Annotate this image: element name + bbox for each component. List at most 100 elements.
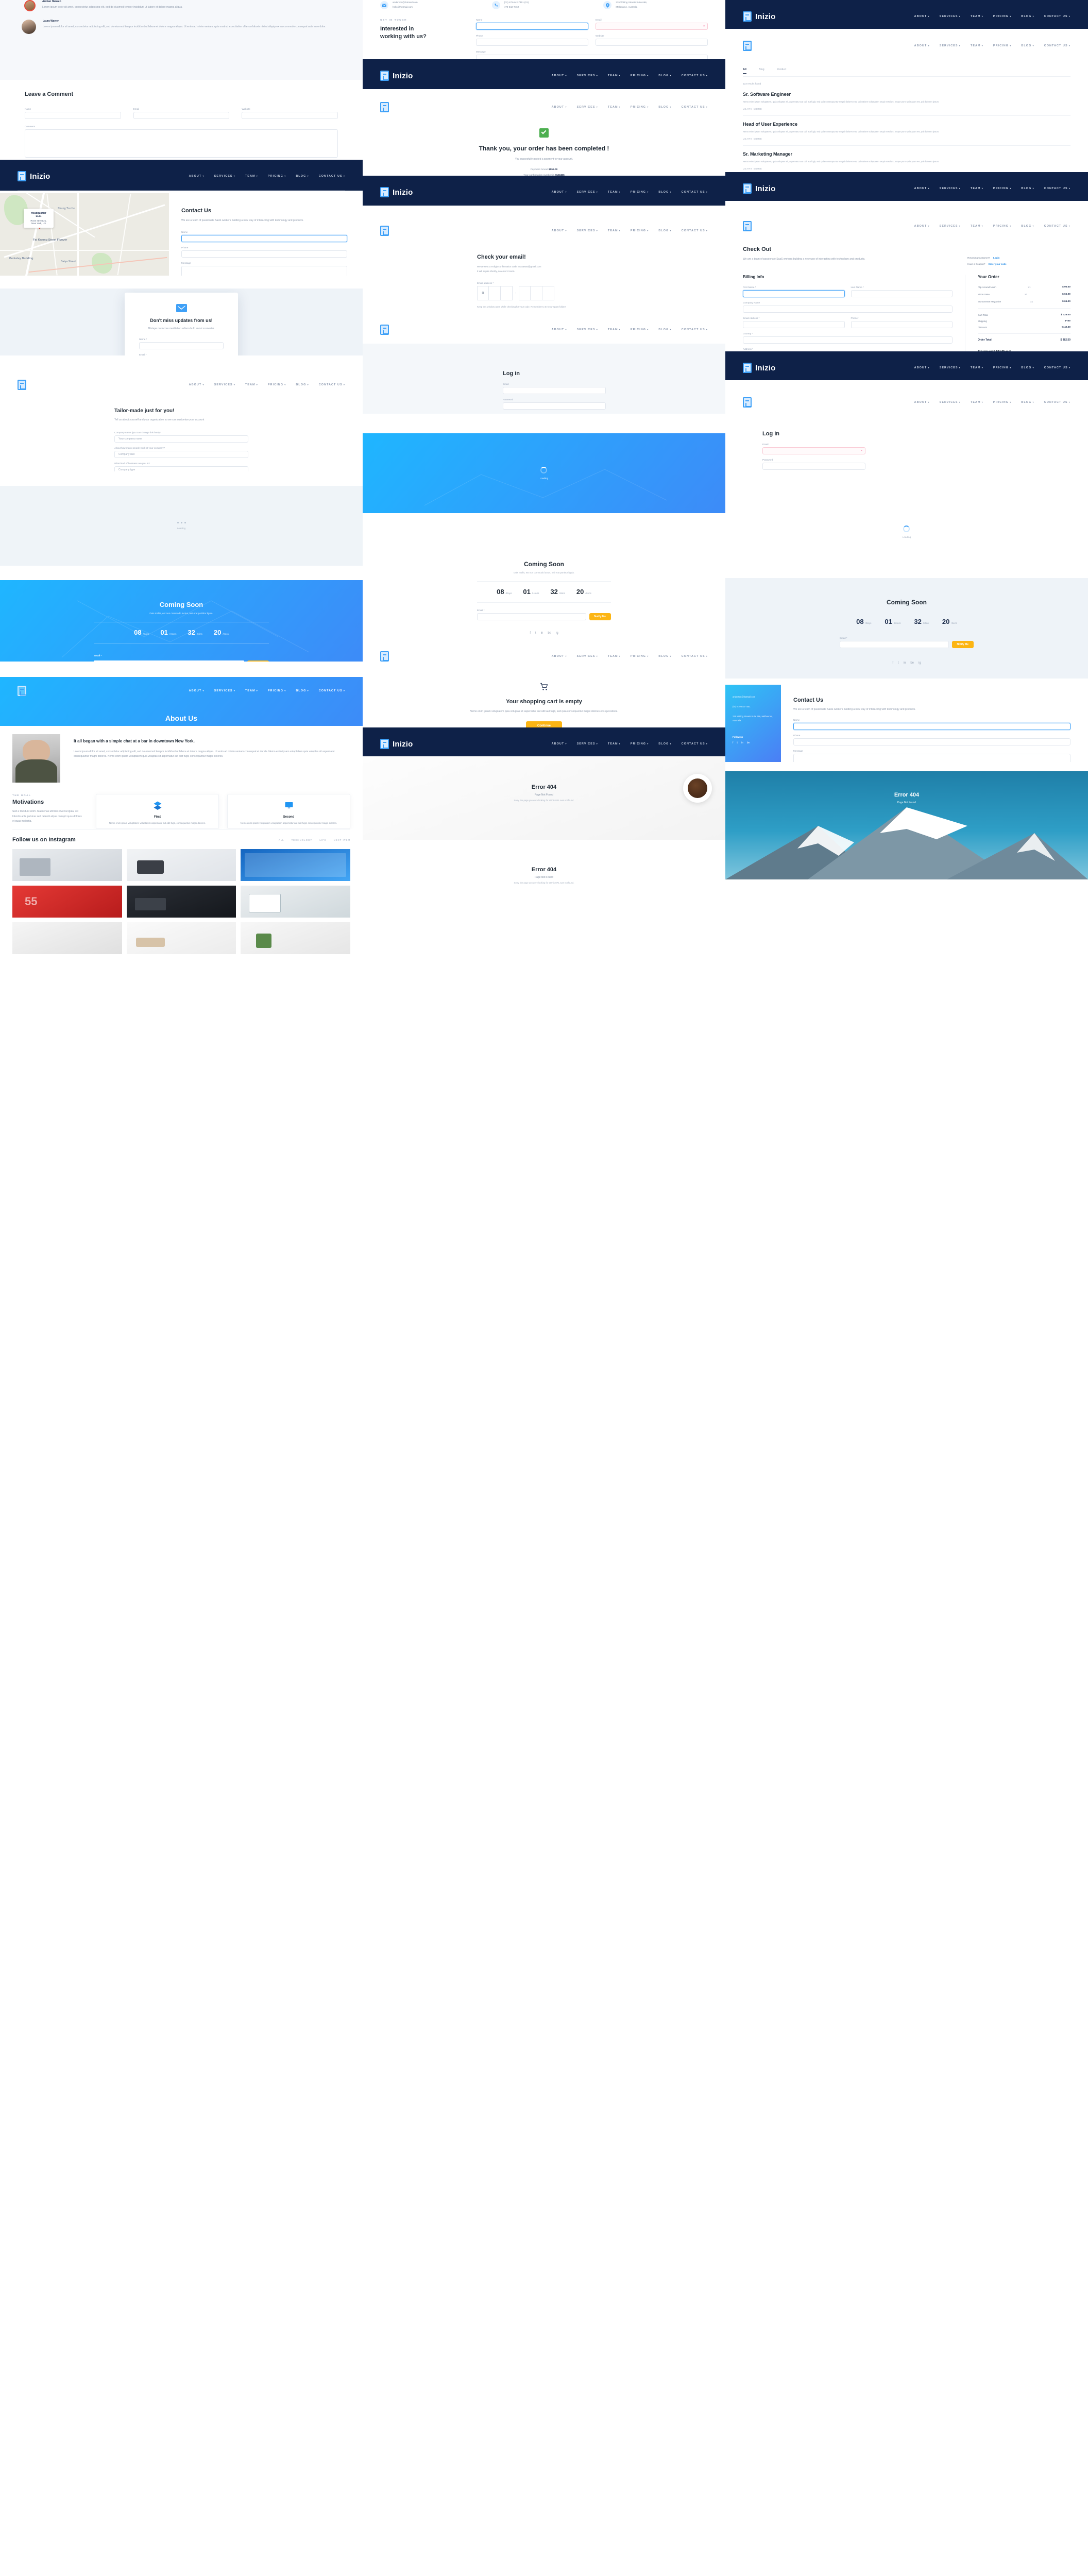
code-digit-5[interactable] bbox=[531, 286, 542, 301]
behance-icon[interactable]: be bbox=[548, 632, 551, 635]
instagram-photo[interactable]: 55 bbox=[12, 886, 122, 918]
nav-item-contact[interactable]: CONTACT US bbox=[682, 229, 708, 232]
nav-item-pricing[interactable]: PRICING bbox=[993, 187, 1012, 190]
nav-item-pricing[interactable]: PRICING bbox=[268, 383, 286, 386]
nav-item-pricing[interactable]: PRICING bbox=[993, 15, 1012, 18]
facebook-icon[interactable]: f bbox=[892, 662, 893, 665]
contact-phone-1[interactable]: (01) 479-842-7451 (01) bbox=[504, 1, 529, 4]
linkedin-icon[interactable]: in bbox=[541, 632, 543, 635]
nav-item-services[interactable]: SERVICES bbox=[940, 44, 961, 47]
nav-item-services[interactable]: SERVICES bbox=[940, 225, 961, 228]
contact-email-1[interactable]: anderson@hotmail.com bbox=[393, 1, 418, 4]
learn-more-link[interactable]: LEARN MORE bbox=[743, 108, 1070, 110]
social-links[interactable]: f t in be ig bbox=[363, 632, 725, 635]
nav-item-contact[interactable]: CONTACT US bbox=[319, 689, 345, 692]
nav-item-blog[interactable]: BLOG bbox=[1021, 15, 1034, 18]
main-nav[interactable]: ABOUT SERVICES TEAM PRICING BLOG CONTACT… bbox=[914, 225, 1070, 228]
nav-item-blog[interactable]: BLOG bbox=[296, 689, 309, 692]
nav-item-blog[interactable]: BLOG bbox=[658, 191, 671, 194]
nav-item-contact[interactable]: CONTACT US bbox=[1044, 225, 1070, 228]
instagram-photo[interactable] bbox=[241, 886, 350, 918]
instagram-photo[interactable] bbox=[241, 849, 350, 881]
notify-me-button[interactable]: Notify Me bbox=[951, 641, 974, 648]
nav-item-contact[interactable]: CONTACT US bbox=[1044, 15, 1070, 18]
company-name-input[interactable]: Your company name bbox=[114, 435, 248, 443]
footer-nav[interactable]: ABOUT SERVICES TEAM PRICING BLOG CONTACT… bbox=[914, 15, 1070, 18]
phone-input[interactable] bbox=[851, 321, 953, 328]
website-input[interactable] bbox=[596, 39, 708, 46]
name-input[interactable] bbox=[139, 342, 224, 349]
email-input[interactable] bbox=[503, 387, 606, 394]
password-input[interactable] bbox=[503, 402, 606, 410]
nav-item-team[interactable]: TEAM bbox=[971, 187, 983, 190]
code-digit-3[interactable] bbox=[501, 286, 513, 301]
password-input[interactable] bbox=[762, 463, 865, 470]
result-title[interactable]: Sr. Marketing Manager bbox=[743, 151, 1070, 157]
nav-item-about[interactable]: ABOUT bbox=[552, 74, 567, 77]
instagram-icon[interactable]: ig bbox=[919, 662, 921, 665]
nav-item-team[interactable]: TEAM bbox=[245, 383, 258, 386]
tab-product[interactable]: Product bbox=[777, 68, 787, 74]
tab-all[interactable]: All bbox=[743, 68, 746, 74]
main-nav[interactable]: ABOUT SERVICES TEAM PRICING BLOG CONTACT… bbox=[189, 383, 345, 386]
main-nav[interactable]: ABOUT SERVICES TEAM PRICING BLOG CONTACT… bbox=[914, 44, 1070, 47]
filter-technology[interactable]: TECHNOLOGY bbox=[292, 839, 313, 841]
nav-item-about[interactable]: ABOUT bbox=[914, 187, 930, 190]
footer-logo[interactable]: Inizio bbox=[743, 11, 776, 22]
email-input[interactable] bbox=[840, 641, 949, 648]
code-digit-1[interactable]: 0 bbox=[477, 286, 489, 301]
name-input[interactable] bbox=[476, 23, 588, 30]
footer-logo[interactable]: Inizio bbox=[743, 183, 776, 194]
login-link[interactable]: Login bbox=[993, 257, 1000, 259]
footer-logo[interactable]: Inizio bbox=[380, 187, 413, 197]
email-input[interactable] bbox=[133, 112, 230, 119]
nav-item-contact[interactable]: CONTACT US bbox=[1044, 187, 1070, 190]
nav-item-blog[interactable]: BLOG bbox=[296, 175, 309, 178]
country-select[interactable] bbox=[743, 336, 953, 344]
nav-item-about[interactable]: ABOUT bbox=[189, 689, 205, 692]
company-name-input[interactable] bbox=[743, 306, 953, 313]
search-result-item[interactable]: Sr. Marketing Manager Nemo enim ipsam vo… bbox=[743, 151, 1070, 170]
nav-item-about[interactable]: ABOUT bbox=[189, 383, 205, 386]
nav-item-about[interactable]: ABOUT bbox=[914, 15, 930, 18]
tab-blog[interactable]: Blog bbox=[759, 68, 764, 74]
last-name-input[interactable] bbox=[851, 290, 953, 297]
footer-nav[interactable]: ABOUT SERVICES TEAM PRICING BLOG CONTACT… bbox=[552, 191, 708, 194]
nav-item-team[interactable]: TEAM bbox=[608, 74, 621, 77]
nav-item-team[interactable]: TEAM bbox=[608, 191, 621, 194]
nav-item-team[interactable]: TEAM bbox=[971, 401, 983, 404]
nav-item-contact[interactable]: CONTACT US bbox=[682, 106, 708, 109]
nav-item-contact[interactable]: CONTACT US bbox=[1044, 366, 1070, 369]
main-nav[interactable]: ABOUT SERVICES TEAM PRICING BLOG CONTACT… bbox=[552, 229, 708, 232]
nav-item-services[interactable]: SERVICES bbox=[214, 689, 235, 692]
learn-more-link[interactable]: LEARN MORE bbox=[743, 138, 1070, 140]
nav-item-team[interactable]: TEAM bbox=[608, 229, 621, 232]
inizio-logo-icon[interactable] bbox=[380, 102, 389, 112]
nav-item-pricing[interactable]: PRICING bbox=[993, 44, 1012, 47]
learn-more-link[interactable]: LEARN MORE bbox=[743, 167, 1070, 170]
coupon-link[interactable]: Enter your code bbox=[989, 263, 1007, 265]
nav-item-team[interactable]: TEAM bbox=[608, 742, 621, 745]
nav-item-team[interactable]: TEAM bbox=[245, 689, 258, 692]
nav-item-about[interactable]: ABOUT bbox=[552, 742, 567, 745]
name-input[interactable] bbox=[793, 722, 1070, 730]
behance-icon[interactable]: be bbox=[910, 662, 914, 665]
code-digit-4[interactable] bbox=[519, 286, 531, 301]
nav-item-pricing[interactable]: PRICING bbox=[631, 229, 649, 232]
nav-item-contact[interactable]: CONTACT US bbox=[319, 175, 345, 178]
message-textarea[interactable] bbox=[181, 265, 347, 276]
footer-logo[interactable]: Inizio bbox=[380, 71, 413, 81]
behance-icon[interactable]: be bbox=[747, 741, 750, 744]
footer-logo[interactable]: Inizio bbox=[743, 363, 776, 373]
footer-logo[interactable]: Inizio bbox=[380, 739, 413, 749]
nav-item-team[interactable]: TEAM bbox=[608, 328, 621, 331]
nav-item-blog[interactable]: BLOG bbox=[658, 106, 671, 109]
nav-item-team[interactable]: TEAM bbox=[245, 175, 258, 178]
nav-item-blog[interactable]: BLOG bbox=[658, 328, 671, 331]
phone-input[interactable] bbox=[793, 738, 1070, 745]
notify-me-button[interactable]: Notify Me bbox=[589, 613, 611, 620]
footer-logo[interactable]: Inizio bbox=[18, 171, 50, 181]
first-name-input[interactable] bbox=[743, 290, 845, 297]
nav-item-pricing[interactable]: PRICING bbox=[631, 74, 649, 77]
main-nav[interactable]: ABOUT SERVICES TEAM PRICING BLOG CONTACT… bbox=[552, 655, 708, 658]
